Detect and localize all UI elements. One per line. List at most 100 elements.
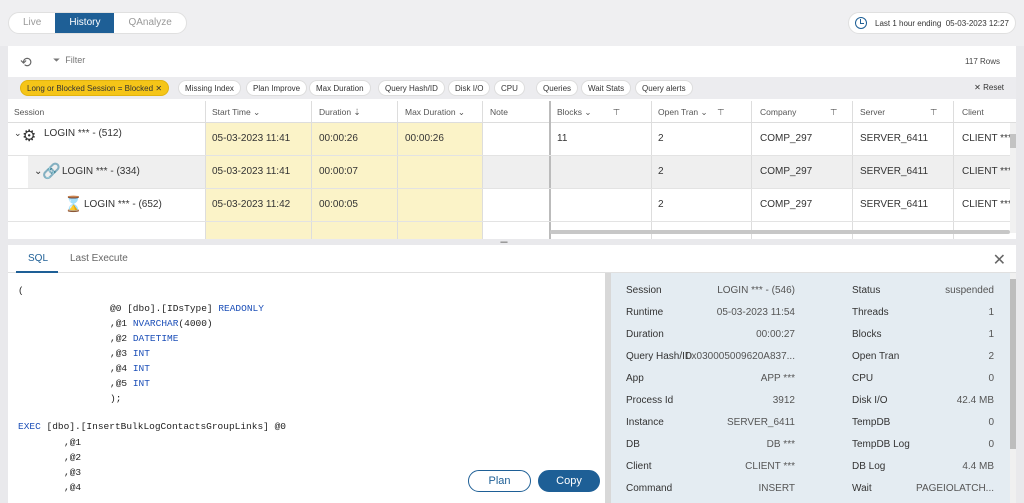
sql-line: ,@2: [64, 452, 82, 463]
row-count: 117 Rows: [965, 57, 1000, 66]
detail-value: 42.4 MB: [956, 395, 994, 406]
scrollbar-thumb[interactable]: [1010, 279, 1016, 449]
filter-button[interactable]: ⏷ Filter: [53, 55, 85, 66]
duration: 00:00:26: [319, 133, 358, 144]
client: CLIENT ***: [962, 199, 1012, 210]
col-label: Max Duration: [405, 107, 456, 117]
chip-plan-improve[interactable]: Plan Improve: [246, 80, 308, 96]
chip-missing-index[interactable]: Missing Index: [178, 80, 241, 96]
close-icon[interactable]: ✕: [155, 84, 162, 93]
detail-panel: SQL Last Execute ✕ ( @0 [dbo].[IDsType] …: [8, 245, 1016, 503]
col-label: Duration: [319, 107, 352, 117]
detail-value: 0: [988, 417, 994, 428]
col-blocks[interactable]: Blocks ⌄ ⊤: [557, 107, 620, 118]
col-label: Company: [760, 107, 797, 117]
refresh-icon[interactable]: ⟲: [20, 54, 32, 71]
detail-label: Client: [626, 461, 652, 472]
detail-label: Wait: [852, 483, 872, 494]
detail-label: Status: [852, 285, 881, 296]
client: CLIENT ***: [962, 166, 1012, 177]
plan-button[interactable]: Plan: [468, 470, 531, 492]
col-session[interactable]: Session: [14, 107, 44, 117]
detail-label: TempDB Log: [852, 439, 910, 450]
time-range-label: Last 1 hour ending: [875, 18, 942, 28]
copy-button[interactable]: Copy: [538, 470, 600, 492]
sql-line: ,@4: [64, 482, 82, 493]
chip-disk-io[interactable]: Disk I/O: [448, 80, 491, 96]
close-icon[interactable]: ✕: [993, 250, 1006, 270]
tab-qanalyze[interactable]: QAnalyze: [114, 13, 185, 33]
col-duration[interactable]: Duration ⇣: [319, 107, 361, 118]
sql-line: ,@3 INT: [110, 348, 150, 359]
table-header: Session Start Time ⌄ Duration ⇣ Max Dura…: [8, 101, 1016, 123]
session-name: LOGIN *** - (334): [62, 166, 140, 177]
tab-sql[interactable]: SQL: [28, 253, 48, 264]
chip-query-alerts[interactable]: Query alerts: [635, 80, 693, 96]
client: CLIENT ***: [962, 133, 1012, 144]
chip-blocked-session[interactable]: Long or Blocked Session = Blocked ✕: [20, 80, 170, 96]
detail-label: Runtime: [626, 307, 664, 318]
detail-label: Blocks: [852, 329, 882, 340]
pin-icon[interactable]: ⊤: [717, 107, 724, 117]
col-client[interactable]: Client: [962, 107, 984, 117]
table-row[interactable]: ⌛ LOGIN *** - (652) 05-03-2023 11:42 00:…: [8, 189, 1016, 222]
server: SERVER_6411: [860, 133, 929, 144]
detail-label: Session: [626, 285, 662, 296]
reset-label: Reset: [983, 83, 1004, 92]
tab-last-execute[interactable]: Last Execute: [70, 253, 128, 264]
active-tab-indicator: [16, 271, 58, 273]
chip-queries[interactable]: Queries: [536, 80, 579, 96]
duration: 00:00:05: [319, 199, 358, 210]
chip-label: Long or Blocked Session = Blocked: [27, 84, 154, 93]
chip-cpu[interactable]: CPU: [494, 80, 525, 96]
col-start-time[interactable]: Start Time ⌄: [212, 107, 260, 118]
pin-icon[interactable]: ⊤: [930, 107, 937, 118]
start-time: 05-03-2023 11:42: [212, 199, 291, 210]
chip-wait-stats[interactable]: Wait Stats: [581, 80, 632, 96]
sql-line: (: [18, 285, 24, 296]
start-time: 05-03-2023 11:41: [212, 133, 291, 144]
detail-value: 0: [988, 373, 994, 384]
chip-max-duration[interactable]: Max Duration: [309, 80, 371, 96]
table-row[interactable]: ⌄ 🔗 LOGIN *** - (334) 05-03-2023 11:41 0…: [8, 156, 1016, 189]
sql-line: ,@1: [64, 437, 82, 448]
detail-value: APP ***: [760, 373, 795, 384]
filter-chips: Long or Blocked Session = Blocked ✕ Miss…: [8, 77, 1016, 99]
open-tran: 2: [658, 133, 664, 144]
clock-icon: [855, 17, 867, 29]
detail-label: Open Tran: [852, 351, 900, 362]
detail-label: TempDB: [852, 417, 891, 428]
pin-icon[interactable]: ⊤: [613, 107, 620, 117]
tab-history[interactable]: History: [55, 13, 115, 33]
mode-switch: Live History QAnalyze: [8, 12, 187, 34]
chevron-down-icon[interactable]: ⌄: [14, 128, 22, 139]
detail-value: 00:00:27: [756, 329, 795, 340]
detail-value: 05-03-2023 11:54: [716, 307, 795, 318]
scrollbar-thumb[interactable]: [1010, 134, 1016, 148]
col-server[interactable]: Server: [860, 107, 885, 117]
duration: 00:00:07: [319, 166, 358, 177]
pin-icon[interactable]: ⊤: [830, 107, 837, 118]
detail-label: Instance: [626, 417, 664, 428]
detail-value: SERVER_6411: [726, 417, 795, 428]
detail-label: DB Log: [852, 461, 886, 472]
time-range-picker[interactable]: Last 1 hour ending 05-03-2023 12:27: [848, 12, 1016, 34]
filter-icon: ⏷: [53, 55, 61, 65]
reset-button[interactable]: ✕ Reset: [974, 83, 1004, 92]
company: COMP_297: [760, 166, 813, 177]
sql-line: ,@3: [64, 467, 82, 478]
detail-value: 2: [988, 351, 994, 362]
detail-label: Threads: [852, 307, 889, 318]
table-row[interactable]: ⌄ ⚙ LOGIN *** - (512) 05-03-2023 11:41 0…: [8, 123, 1016, 156]
tab-live[interactable]: Live: [9, 13, 55, 33]
sql-line: ,@5 INT: [110, 378, 150, 389]
col-open-tran[interactable]: Open Tran ⌄ ⊤: [658, 107, 725, 118]
chip-query-hash[interactable]: Query Hash/ID: [378, 80, 445, 96]
detail-value: 4.4 MB: [962, 461, 994, 472]
col-company[interactable]: Company: [760, 107, 796, 117]
grid-toolbar: ⟲ ⏷ Filter 117 Rows: [8, 46, 1016, 76]
detail-value: suspended: [945, 285, 994, 296]
col-note[interactable]: Note: [490, 107, 508, 117]
horizontal-scrollbar[interactable]: [550, 230, 1010, 234]
col-max-duration[interactable]: Max Duration ⌄: [405, 107, 465, 118]
